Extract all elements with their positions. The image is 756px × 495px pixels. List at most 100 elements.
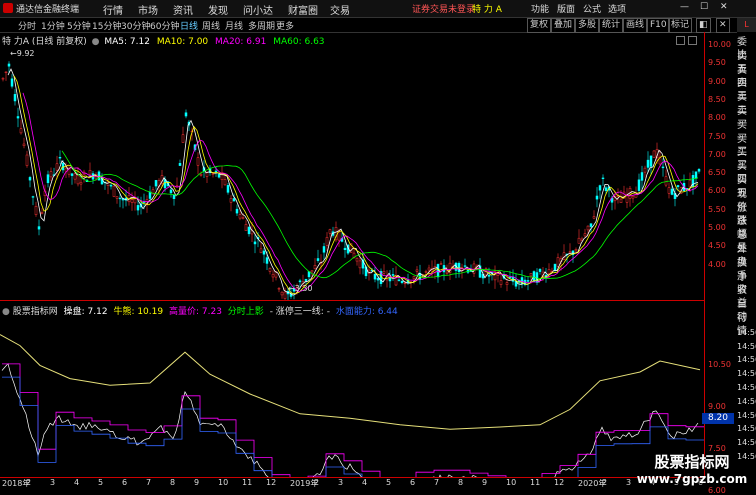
period-1min[interactable]: 1分钟: [41, 19, 65, 32]
period-60min[interactable]: 60分钟: [150, 19, 179, 32]
candle-body: [1, 77, 5, 80]
close-icon[interactable]: ✕: [720, 2, 728, 12]
candle-body: [19, 128, 23, 134]
menu-faxian[interactable]: 发现: [208, 2, 228, 17]
candle-body: [322, 246, 326, 253]
f10-button[interactable]: F10: [647, 18, 670, 33]
candle-body: [46, 174, 50, 184]
candle-body: [184, 112, 188, 117]
menu-wenxiaoda[interactable]: 问小达: [243, 2, 273, 17]
date-tick: 9: [482, 478, 488, 487]
candle-body: [196, 157, 200, 166]
panel-close-icon[interactable]: ✕: [716, 18, 730, 33]
current-stock-name: 特 力 A: [472, 5, 502, 15]
menu-zixun[interactable]: 资讯: [173, 2, 193, 17]
date-tick: 3: [50, 478, 56, 487]
candle-body: [667, 187, 671, 194]
menu-hangqing[interactable]: 行情: [103, 2, 123, 17]
candle-body: [154, 180, 158, 187]
period-multi[interactable]: 多周期: [248, 19, 275, 32]
period-weekly[interactable]: 周线: [202, 19, 220, 32]
candle-body: [400, 281, 404, 283]
candle-body: [445, 271, 449, 274]
price-tick: 5.50: [708, 204, 726, 214]
candle-body: [547, 269, 551, 274]
period-fenshi[interactable]: 分时: [18, 19, 36, 32]
price-tick: 10.00: [708, 40, 731, 49]
candle-body: [280, 291, 284, 296]
candle-body: [595, 195, 599, 200]
candle-body: [109, 184, 113, 187]
candle-body: [235, 208, 239, 214]
title-bar: 通达信金融终端 行情 市场 资讯 发现 问小达 财富圈 交易 证券交易未登录 特…: [0, 0, 756, 18]
menu-xuanxiang[interactable]: 选项: [608, 2, 626, 15]
candle-body: [226, 185, 230, 193]
candle-body: [61, 162, 65, 171]
period-30min[interactable]: 30分钟: [121, 19, 150, 32]
biaoji-button[interactable]: 标记: [668, 18, 693, 33]
huaxian-button[interactable]: 画线: [623, 18, 648, 33]
price-tick: 8.00: [708, 113, 726, 123]
price-tick: 4.50: [708, 241, 726, 251]
date-tick: 4: [362, 478, 368, 487]
candle-body: [583, 233, 587, 237]
candle-body: [7, 63, 11, 67]
menu-caifuquan[interactable]: 财富圈: [288, 2, 318, 17]
candle-body: [271, 274, 275, 278]
candle-body: [373, 273, 377, 280]
price-tick: 8.50: [708, 94, 726, 104]
menu-gongshi[interactable]: 公式: [583, 2, 601, 15]
candle-body: [268, 268, 272, 272]
period-more[interactable]: 更多: [276, 19, 294, 32]
period-15min[interactable]: 15分钟: [92, 19, 121, 32]
kline-chart[interactable]: ←9.92 ←3.30: [0, 44, 704, 300]
tongji-button[interactable]: 统计: [599, 18, 624, 33]
candle-body: [13, 94, 17, 102]
candle-body: [232, 198, 236, 202]
app-title: 通达信金融终端: [16, 5, 80, 15]
candle-body: [568, 251, 572, 253]
period-5min[interactable]: 5分钟: [67, 19, 91, 32]
menu-gongneng[interactable]: 功能: [531, 2, 549, 15]
period-daily[interactable]: 日线: [180, 19, 198, 32]
candle-body: [415, 269, 419, 272]
candle-body: [115, 196, 119, 199]
candle-body: [601, 177, 605, 179]
candle-body: [244, 224, 248, 231]
candle-body: [697, 169, 701, 172]
menu-shichang[interactable]: 市场: [138, 2, 158, 17]
date-tick: 8: [458, 478, 464, 487]
candle-body: [58, 157, 62, 159]
minimize-icon[interactable]: —: [680, 2, 689, 12]
date-tick: 10: [506, 478, 517, 487]
candle-body: [670, 188, 674, 195]
candle-body: [298, 280, 302, 283]
candle-body: [277, 288, 281, 290]
trade-login-notice[interactable]: 证券交易未登录: [412, 2, 475, 15]
indicator-tick: 9.00: [708, 402, 726, 411]
candle-body: [328, 229, 332, 234]
menu-banmian[interactable]: 版面: [557, 2, 575, 15]
diejia-button[interactable]: 叠加: [551, 18, 576, 33]
candle-body: [283, 291, 287, 299]
period-monthly[interactable]: 月线: [225, 19, 243, 32]
watermark-line2: www.7gpzb.com: [636, 472, 748, 486]
maximize-icon[interactable]: ☐: [700, 2, 708, 12]
candle-body: [463, 265, 467, 267]
candle-body: [181, 134, 185, 143]
price-tick: 4.00: [708, 259, 726, 269]
candle-body: [487, 274, 491, 277]
candle-body: [229, 198, 233, 203]
gaoliang-line: [2, 363, 704, 477]
panel-divider: [0, 300, 704, 301]
panel-toggle-icon[interactable]: ◧: [696, 18, 711, 33]
indicator-chart[interactable]: [0, 314, 704, 477]
candle-body: [646, 159, 650, 168]
candle-body: [439, 263, 443, 265]
candle-body: [652, 150, 656, 158]
candle-body: [412, 276, 416, 279]
quote-panel-tab[interactable]: L: [737, 18, 756, 32]
duogu-button[interactable]: 多股: [575, 18, 600, 33]
fuquan-button[interactable]: 复权: [527, 18, 552, 33]
menu-jiaoyi[interactable]: 交易: [330, 2, 350, 17]
